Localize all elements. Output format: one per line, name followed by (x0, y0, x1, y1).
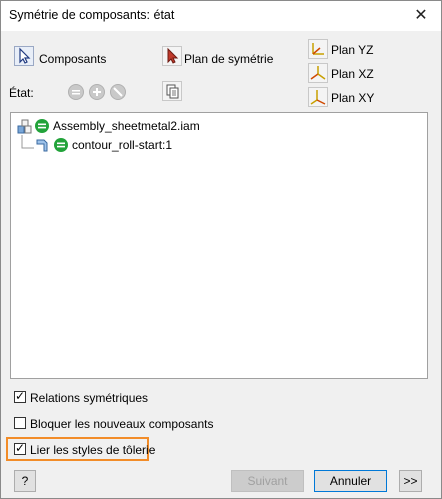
window-title: Symétrie de composants: état (9, 8, 175, 22)
exclude-icon (113, 87, 123, 97)
close-button[interactable]: ✕ (401, 1, 441, 31)
plane-yz-button[interactable] (308, 39, 328, 59)
mirror-status-icon (35, 119, 49, 133)
component-tree[interactable]: Assembly_sheetmetal2.iam contour_roll-st… (10, 112, 428, 379)
mirror-status-icon (54, 138, 68, 152)
state-mirror-button[interactable] (68, 84, 84, 100)
plane-xy-label: Plan XY (331, 91, 375, 105)
components-select-button[interactable] (14, 46, 34, 66)
plane-yz-icon (312, 43, 324, 55)
cursor-arrow-red-icon (167, 47, 179, 64)
plus-icon (93, 88, 101, 96)
plane-xy-button[interactable] (308, 87, 328, 107)
mirror-state-icon (72, 90, 80, 95)
tree-root-label[interactable]: Assembly_sheetmetal2.iam (53, 119, 200, 133)
state-label: État: (9, 86, 34, 100)
tree-child-label[interactable]: contour_roll-start:1 (72, 138, 172, 152)
link-sheetmetal-styles-label: Lier les styles de tôlerie (30, 443, 156, 457)
more-options-button[interactable]: >> (399, 470, 422, 492)
symmetric-relations-label: Relations symétriques (30, 391, 149, 405)
cancel-button[interactable]: Annuler (314, 470, 387, 492)
link-sheetmetal-styles-checkbox[interactable]: ✓ (14, 441, 26, 455)
dialog-window: Symétrie de composants: état ✕ Composant… (0, 0, 442, 499)
mirror-plane-label: Plan de symétrie (184, 52, 274, 66)
components-label: Composants (39, 52, 107, 66)
plane-xz-label: Plan XZ (331, 67, 374, 81)
help-icon: ? (21, 474, 29, 488)
help-button[interactable]: ? (14, 470, 36, 492)
tree-connector (21, 135, 34, 149)
block-new-components-label: Bloquer les nouveaux composants (30, 417, 214, 431)
state-reuse-button[interactable] (89, 84, 105, 100)
state-exclude-button[interactable] (110, 84, 126, 100)
assembly-icon (17, 119, 32, 134)
plane-xz-icon (310, 66, 326, 80)
next-button[interactable]: Suivant (231, 470, 304, 492)
symmetric-relations-checkbox[interactable]: ✓ (14, 389, 26, 403)
copy-state-button[interactable] (162, 81, 182, 101)
plane-xz-button[interactable] (308, 63, 328, 83)
copy-icon (166, 84, 179, 99)
mirror-plane-select-button[interactable] (162, 46, 182, 66)
cursor-arrow-icon (19, 47, 31, 64)
block-new-components-checkbox[interactable] (14, 417, 26, 429)
plane-xy-icon (310, 90, 326, 105)
title-bar: Symétrie de composants: état ✕ (1, 1, 441, 31)
plane-yz-label: Plan YZ (331, 43, 374, 57)
sheetmetal-part-icon (36, 139, 48, 152)
